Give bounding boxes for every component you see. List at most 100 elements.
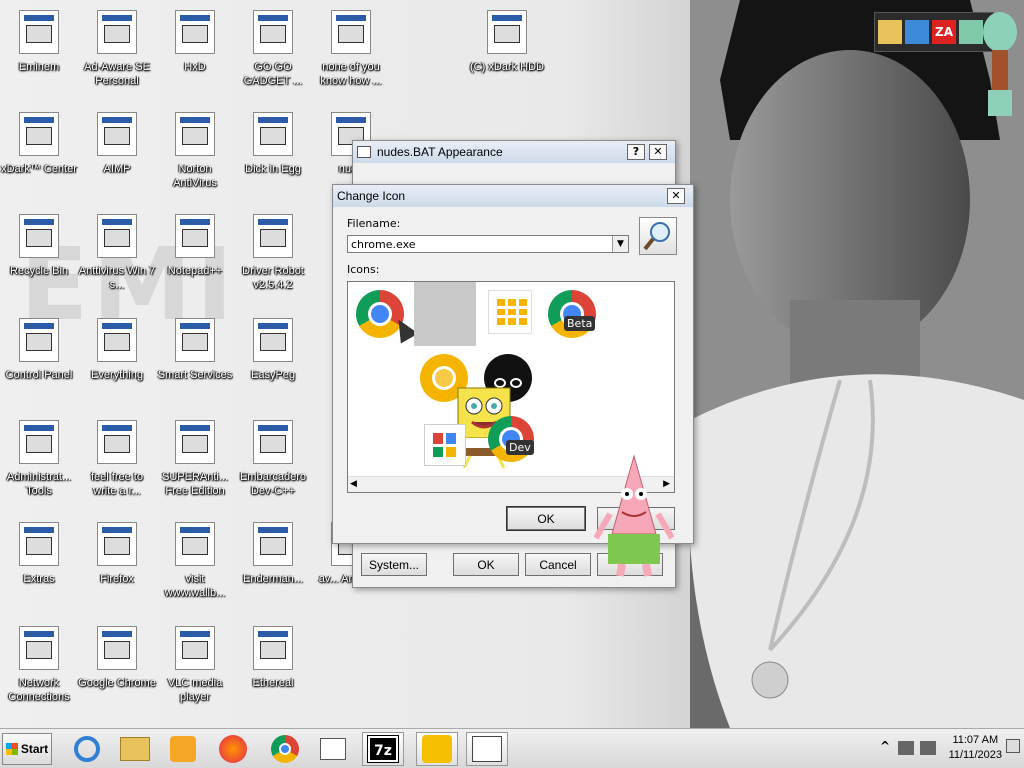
desktop-icon[interactable]: HxD (156, 8, 234, 74)
application-icon (171, 316, 219, 364)
application-icon (249, 520, 297, 568)
browse-button[interactable] (639, 217, 677, 255)
chrome-taskbar-icon[interactable] (264, 732, 306, 766)
desktop-icon[interactable]: Everything (78, 316, 156, 382)
appearance-ok-button[interactable]: OK (453, 553, 519, 576)
desktop-icon-label: Driver Robot v2.5.4.2 (242, 265, 304, 291)
application-icon (327, 8, 375, 56)
desktop-icon[interactable]: visit www.wallb... (156, 520, 234, 600)
icons-label: Icons: (347, 263, 380, 276)
desktop-icon[interactable]: Firefox (78, 520, 156, 586)
media-player-icon[interactable] (162, 732, 204, 766)
application-icon (15, 624, 63, 672)
desktop-icon[interactable]: Recycle Bin (0, 212, 78, 278)
desktop-icon[interactable]: Administrat... Tools (0, 418, 78, 498)
monitor-icon[interactable] (905, 20, 929, 44)
internet-explorer-icon[interactable] (66, 732, 108, 766)
network-icon[interactable] (898, 741, 914, 755)
desktop-icon-label: Extras (23, 573, 55, 585)
desktop-icon[interactable]: Enderman... (234, 520, 312, 586)
chrome-dev-icon[interactable]: Dev (488, 416, 534, 462)
clock-date: 11/11/2023 (948, 749, 1002, 761)
7zip-icon[interactable]: 7z (362, 732, 404, 766)
appearance-cancel-button[interactable]: Cancel (525, 553, 591, 576)
desktop-icon[interactable]: Eminem (0, 8, 78, 74)
desktop-icon[interactable]: SUPERAnti... Free Edition (156, 418, 234, 498)
filename-field[interactable]: chrome.exe ▼ (347, 235, 629, 253)
desktop-icon-label: Smart Services (157, 369, 233, 381)
za-icon[interactable]: ZA (932, 20, 956, 44)
desktop-icon[interactable]: Norton AntiVirus (156, 110, 234, 190)
firefox-icon[interactable] (212, 732, 254, 766)
desktop-icon-label: GO GO GADGET ... (243, 61, 303, 87)
desktop-icon-label: Ethereal (252, 677, 294, 689)
desktop-icon[interactable]: Embarcadero Dev-C++ (234, 418, 312, 498)
clock[interactable]: 11:07 AM 11/11/2023 (949, 733, 1002, 763)
help-button[interactable]: ? (627, 144, 645, 160)
application-icon (93, 212, 141, 260)
apps-grid-icon[interactable] (488, 290, 532, 334)
desktop-icon-label: Ad-Aware SE Personal (84, 61, 150, 87)
selected-icon-slot[interactable] (414, 282, 476, 346)
desktop-icon-label: xDark™ Center (1, 163, 77, 175)
desktop-icon[interactable]: Ad-Aware SE Personal (78, 8, 156, 88)
application-icon (93, 110, 141, 158)
folder-icon[interactable] (878, 20, 902, 44)
wallpaper-person-image (690, 0, 1024, 728)
desktop-icon-label: Administrat... Tools (6, 471, 72, 497)
desktop-icon[interactable]: VLC media player (156, 624, 234, 704)
chrome-beta-icon[interactable]: Beta (548, 290, 596, 338)
desktop-icon[interactable]: (C) xDark HDD (468, 8, 546, 74)
system-button[interactable]: System... (361, 553, 427, 576)
application-icon (171, 212, 219, 260)
desktop-icon[interactable]: EasyPeg (234, 316, 312, 382)
desktop-icon[interactable]: Anttivirus Win 7 s... (78, 212, 156, 292)
norton-taskbar-icon[interactable] (416, 732, 458, 766)
desktop-icon[interactable]: Control Panel (0, 316, 78, 382)
appearance-title-icon (357, 146, 371, 158)
dev-badge: Dev (506, 440, 534, 455)
desktop-icon[interactable]: Google Chrome (78, 624, 156, 690)
folder-taskbar-icon[interactable] (312, 732, 354, 766)
application-icon (15, 418, 63, 466)
taskbar: Start 7z ^ 11:07 AM 11/11/2023 (0, 728, 1024, 768)
desktop-icon[interactable]: Notepad++ (156, 212, 234, 278)
show-desktop-icon[interactable] (1006, 739, 1020, 753)
change-icon-close-button[interactable]: ✕ (667, 188, 685, 204)
desktop-icon-label: Enderman... (243, 573, 303, 585)
desktop-icon[interactable]: AIMP (78, 110, 156, 176)
top-right-toolbar[interactable]: ZA (874, 12, 994, 52)
show-hidden-icons-button[interactable]: ^ (880, 739, 890, 753)
scroll-left-arrow-icon[interactable]: ◀ (350, 479, 357, 489)
desktop-icon-label: (C) xDark HDD (470, 61, 544, 73)
chrome-apps-icon[interactable] (424, 424, 466, 466)
start-button[interactable]: Start (2, 733, 52, 765)
squidward-sticker (980, 10, 1020, 120)
beta-badge: Beta (564, 316, 596, 331)
chevron-down-icon[interactable]: ▼ (612, 236, 628, 252)
close-button[interactable]: ✕ (649, 144, 667, 160)
desktop-icon-label: Everything (91, 369, 143, 381)
desktop-icon[interactable]: Dick in Egg (234, 110, 312, 176)
desktop-icon[interactable]: Network Connections (0, 624, 78, 704)
volume-muted-icon[interactable] (920, 741, 936, 755)
application-icon (249, 110, 297, 158)
application-icon (249, 316, 297, 364)
file-explorer-icon[interactable] (114, 732, 156, 766)
desktop-icon[interactable]: Ethereal (234, 624, 312, 690)
desktop-icon-label: EasyPeg (250, 369, 296, 381)
desktop-icon[interactable]: xDark™ Center (0, 110, 78, 176)
desktop-icon[interactable]: Driver Robot v2.5.4.2 (234, 212, 312, 292)
appearance-taskbar-icon[interactable] (466, 732, 508, 766)
desktop-icon[interactable]: Extras (0, 520, 78, 586)
application-icon (15, 316, 63, 364)
desktop-icon-label: Network Connections (8, 677, 70, 703)
desktop-icon[interactable]: Smart Services (156, 316, 234, 382)
desktop-icon[interactable]: feel free to write a r... (78, 418, 156, 498)
desktop-icon[interactable]: none of you know how ... (312, 8, 390, 88)
desktop-icon[interactable]: GO GO GADGET ... (234, 8, 312, 88)
application-icon (483, 8, 531, 56)
application-icon (15, 8, 63, 56)
change-icon-titlebar[interactable]: Change Icon (333, 185, 693, 207)
change-icon-ok-button[interactable]: OK (506, 506, 586, 531)
